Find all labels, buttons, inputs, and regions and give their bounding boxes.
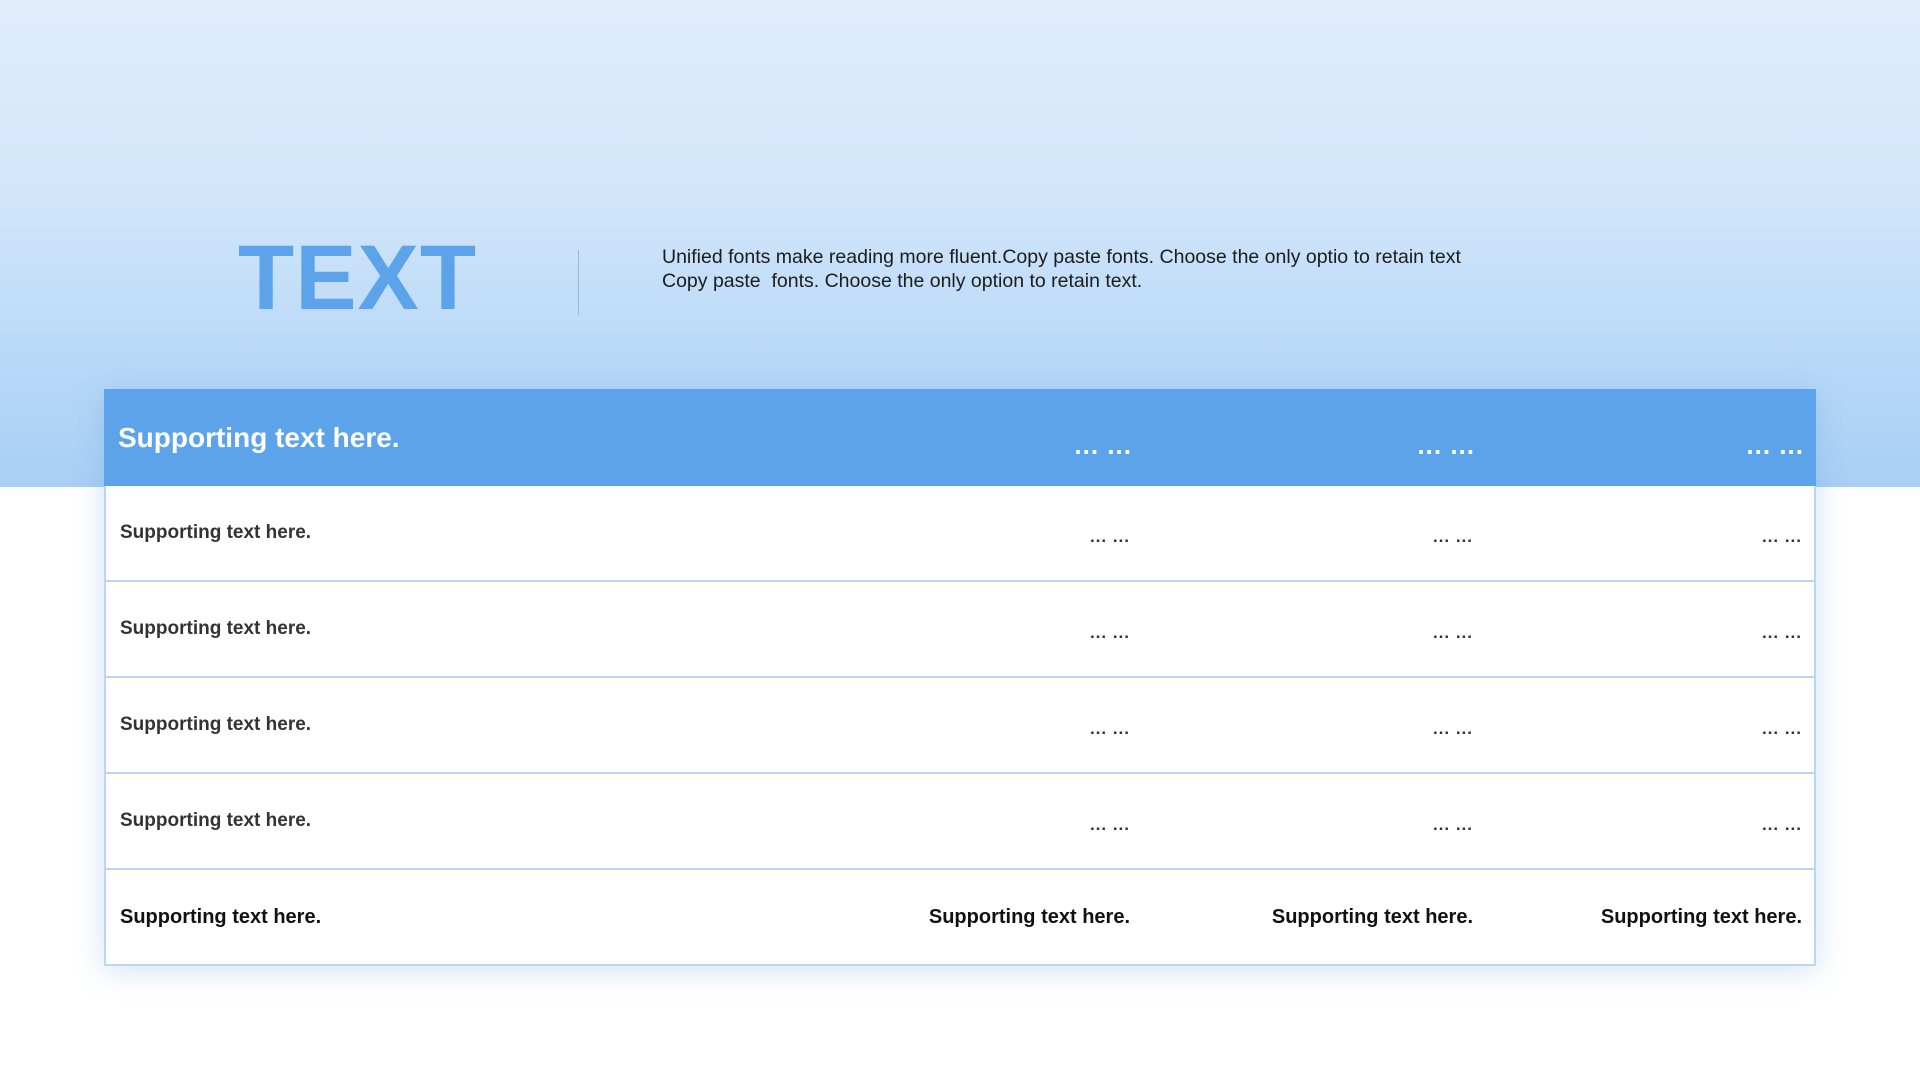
footer-cell-label: Supporting text here.	[120, 905, 322, 928]
table-cell: ... ...	[1432, 527, 1473, 546]
header-cell-col3: ... ...	[1746, 430, 1804, 460]
table-row: Supporting text here. ... ... ... ... ..…	[104, 486, 1816, 582]
table-cell: ... ...	[1432, 719, 1473, 738]
footer-cell: Supporting text here.	[928, 905, 1130, 928]
row-label: Supporting text here.	[120, 522, 312, 543]
table-row: Supporting text here. ... ... ... ... ..…	[104, 774, 1816, 870]
description-line: Unified fonts make reading more fluent.C…	[662, 246, 1461, 268]
table-row: Supporting text here. ... ... ... ... ..…	[104, 678, 1816, 774]
table-cell: ... ...	[1761, 623, 1802, 642]
title-divider	[578, 250, 579, 315]
table-cell: ... ...	[1089, 815, 1130, 834]
table-footer-row: Supporting text here. Supporting text he…	[104, 870, 1816, 966]
footer-cell: Supporting text here.	[1271, 905, 1473, 928]
row-label: Supporting text here.	[120, 810, 312, 831]
data-table: Supporting text here. ... ... ... ... ..…	[104, 389, 1816, 966]
table-cell: ... ...	[1089, 527, 1130, 546]
table-cell: ... ...	[1761, 815, 1802, 834]
table-cell: ... ...	[1432, 815, 1473, 834]
header-cell-col1: ... ...	[1074, 430, 1132, 460]
header-cell-label: Supporting text here.	[118, 421, 400, 453]
table-cell: ... ...	[1432, 623, 1473, 642]
table-header-row: Supporting text here. ... ... ... ... ..…	[104, 389, 1816, 486]
row-label: Supporting text here.	[120, 618, 312, 639]
footer-cell: Supporting text here.	[1600, 905, 1802, 928]
header-cell-col2: ... ...	[1417, 430, 1475, 460]
description-line: Copy paste fonts. Choose the only option…	[662, 270, 1143, 292]
table-cell: ... ...	[1089, 719, 1130, 738]
slide-description: Unified fonts make reading more fluent.C…	[662, 245, 1562, 293]
table-cell: ... ...	[1761, 719, 1802, 738]
table-row: Supporting text here. ... ... ... ... ..…	[104, 582, 1816, 678]
table-cell: ... ...	[1089, 623, 1130, 642]
table-cell: ... ...	[1761, 527, 1802, 546]
row-label: Supporting text here.	[120, 714, 312, 735]
slide-title: TEXT	[238, 227, 478, 329]
